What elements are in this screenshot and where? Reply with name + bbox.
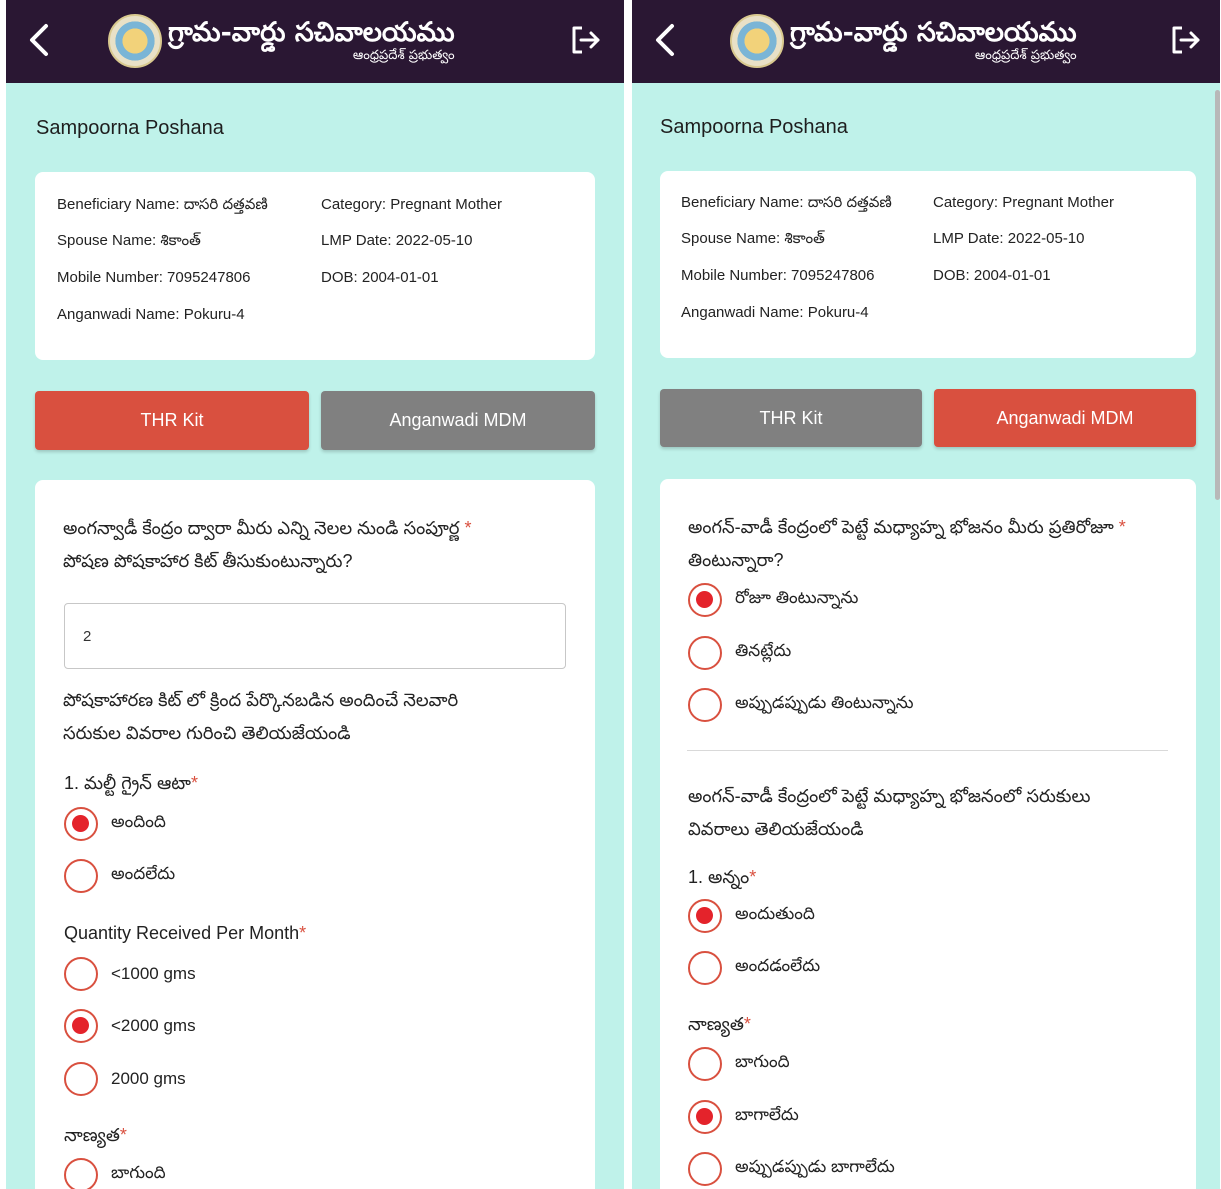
radio-unchecked-icon[interactable] bbox=[688, 1047, 722, 1081]
mobile-number: Mobile Number: 7095247806 bbox=[681, 267, 875, 284]
item-multigrain-atta-label: 1. మల్టీ గ్రైన్ ఆటా* bbox=[64, 773, 198, 793]
kit-items-instruction: పోషకాహారణ కిట్ లో క్రింద పేర్కొనబడిన అంద… bbox=[63, 690, 459, 743]
logout-icon[interactable] bbox=[568, 22, 604, 58]
ap-emblem-logo bbox=[108, 14, 162, 68]
beneficiary-card: Beneficiary Name: దాసరి దత్తవణి Spouse N… bbox=[35, 172, 595, 360]
quantity-label: Quantity Received Per Month* bbox=[64, 923, 307, 943]
category: Category: Pregnant Mother bbox=[321, 196, 502, 213]
app-subtitle: ఆంధ్రప్రదేశ్ ప్రభుత్వం bbox=[974, 48, 1077, 63]
anganwadi-name: Anganwadi Name: Pokuru-4 bbox=[57, 306, 245, 323]
app-title: గ్రామ-వార్డు సచివాలయము bbox=[168, 17, 455, 48]
radio-not-received[interactable]: అందలేదు bbox=[64, 859, 175, 893]
radio-qty-lt-1000[interactable]: <1000 gms bbox=[64, 957, 196, 991]
tab-anganwadi-mdm[interactable]: Anganwadi MDM bbox=[321, 391, 595, 450]
app-subtitle: ఆంధ్రప్రదేశ్ ప్రభుత్వం bbox=[352, 48, 455, 63]
tab-thr-kit[interactable]: THR Kit bbox=[35, 391, 309, 450]
item-rice-label: 1. అన్నం* bbox=[688, 867, 757, 887]
radio-eating-daily[interactable]: రోజూ తింటున్నాను bbox=[688, 583, 858, 617]
spouse-name: Spouse Name: శికాంత్ bbox=[681, 230, 825, 247]
radio-unchecked-icon[interactable] bbox=[688, 951, 722, 985]
beneficiary-card: Beneficiary Name: దాసరి దత్తవణి Spouse N… bbox=[660, 171, 1196, 358]
radio-rice-not-received[interactable]: అందడంలేదు bbox=[688, 951, 820, 985]
tab-anganwadi-mdm[interactable]: Anganwadi MDM bbox=[934, 389, 1196, 447]
lmp-date: LMP Date: 2022-05-10 bbox=[321, 232, 473, 249]
thr-form-card: అంగన్వాడీ కేంద్రం ద్వారా మీరు ఎన్ని నెలల… bbox=[35, 480, 595, 1189]
radio-eating-sometimes[interactable]: అప్పుడప్పుడు తింటున్నాను bbox=[688, 688, 914, 722]
radio-unchecked-icon[interactable] bbox=[64, 1158, 98, 1189]
quality-label: నాణ్యత* bbox=[688, 1014, 751, 1034]
radio-quality-good[interactable]: బాగుంది bbox=[688, 1047, 790, 1081]
logout-icon[interactable] bbox=[1168, 22, 1204, 58]
app-header: గ్రామ-వార్డు సచివాలయము ఆంధ్రప్రదేశ్ ప్రభ… bbox=[632, 0, 1220, 83]
chevron-left-icon[interactable] bbox=[24, 22, 54, 58]
radio-unchecked-icon[interactable] bbox=[688, 1152, 722, 1186]
page-title: Sampoorna Poshana bbox=[660, 116, 848, 138]
radio-unchecked-icon[interactable] bbox=[688, 636, 722, 670]
radio-received[interactable]: అందింది bbox=[64, 807, 166, 841]
question-months: అంగన్వాడీ కేంద్రం ద్వారా మీరు ఎన్ని నెలల… bbox=[63, 518, 472, 571]
dob: DOB: 2004-01-01 bbox=[933, 267, 1051, 284]
radio-not-eating[interactable]: తినట్లేదు bbox=[688, 636, 791, 670]
tab-thr-kit[interactable]: THR Kit bbox=[660, 389, 922, 447]
lmp-date: LMP Date: 2022-05-10 bbox=[933, 230, 1085, 247]
radio-checked-icon[interactable] bbox=[64, 807, 98, 841]
left-screen: గ్రామ-వార్డు సచివాలయము ఆంధ్రప్రదేశ్ ప్రభ… bbox=[6, 0, 624, 1189]
app-header: గ్రామ-వార్డు సచివాలయము ఆంధ్రప్రదేశ్ ప్రభ… bbox=[6, 0, 624, 83]
ap-emblem-logo bbox=[730, 14, 784, 68]
section-divider bbox=[687, 750, 1168, 751]
meal-items-instruction: అంగన్-వాడీ కేంద్రంలో పెట్టే మధ్యాహ్న భోజ… bbox=[688, 786, 1091, 839]
right-screen: గ్రామ-వార్డు సచివాలయము ఆంధ్రప్రదేశ్ ప్రభ… bbox=[632, 0, 1220, 1189]
radio-qty-lt-2000[interactable]: <2000 gms bbox=[64, 1009, 196, 1043]
months-input[interactable]: 2 bbox=[64, 603, 566, 669]
beneficiary-name: Beneficiary Name: దాసరి దత్తవణి bbox=[57, 196, 268, 213]
page-title: Sampoorna Poshana bbox=[36, 117, 224, 139]
app-brand: గ్రామ-వార్డు సచివాలయము ఆంధ్రప్రదేశ్ ప్రభ… bbox=[730, 10, 1077, 72]
radio-checked-icon[interactable] bbox=[688, 583, 722, 617]
question-daily-meal: అంగన్-వాడీ కేంద్రంలో పెట్టే మధ్యాహ్న భోజ… bbox=[688, 517, 1126, 570]
radio-quality-sometimes-bad[interactable]: అప్పుడప్పుడు బాగాలేదు bbox=[688, 1152, 895, 1186]
radio-unchecked-icon[interactable] bbox=[64, 957, 98, 991]
category: Category: Pregnant Mother bbox=[933, 194, 1114, 211]
radio-unchecked-icon[interactable] bbox=[688, 688, 722, 722]
radio-quality-bad[interactable]: బాగాలేదు bbox=[688, 1100, 799, 1134]
radio-checked-icon[interactable] bbox=[688, 899, 722, 933]
radio-unchecked-icon[interactable] bbox=[64, 1062, 98, 1096]
anganwadi-name: Anganwadi Name: Pokuru-4 bbox=[681, 304, 869, 321]
spouse-name: Spouse Name: శికాంత్ bbox=[57, 232, 201, 249]
mobile-number: Mobile Number: 7095247806 bbox=[57, 269, 251, 286]
radio-unchecked-icon[interactable] bbox=[64, 859, 98, 893]
dob: DOB: 2004-01-01 bbox=[321, 269, 439, 286]
quality-label: నాణ్యత* bbox=[64, 1125, 127, 1145]
radio-checked-icon[interactable] bbox=[64, 1009, 98, 1043]
scrollbar[interactable] bbox=[1215, 90, 1220, 500]
app-title: గ్రామ-వార్డు సచివాలయము bbox=[790, 17, 1077, 48]
radio-rice-received[interactable]: అందుతుంది bbox=[688, 899, 815, 933]
radio-quality-good[interactable]: బాగుంది bbox=[64, 1158, 166, 1189]
beneficiary-name: Beneficiary Name: దాసరి దత్తవణి bbox=[681, 194, 892, 211]
app-brand: గ్రామ-వార్డు సచివాలయము ఆంధ్రప్రదేశ్ ప్రభ… bbox=[108, 10, 455, 72]
radio-checked-icon[interactable] bbox=[688, 1100, 722, 1134]
chevron-left-icon[interactable] bbox=[650, 22, 680, 58]
radio-qty-2000[interactable]: 2000 gms bbox=[64, 1062, 186, 1096]
mdm-form-card: అంగన్-వాడీ కేంద్రంలో పెట్టే మధ్యాహ్న భోజ… bbox=[660, 479, 1196, 1189]
